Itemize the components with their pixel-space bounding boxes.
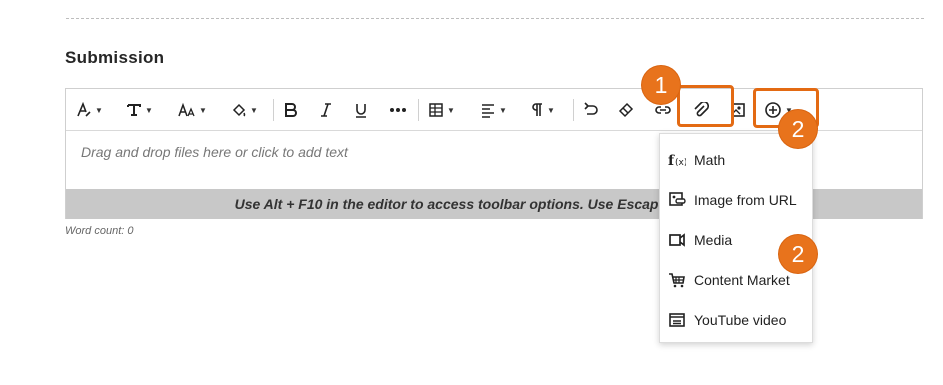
editor-placeholder[interactable]: Drag and drop files here or click to add…	[81, 144, 348, 160]
math-icon: f(x)	[668, 151, 686, 169]
text-color-icon	[231, 102, 247, 118]
attachment-highlight	[677, 85, 734, 127]
svg-text:f: f	[668, 153, 675, 169]
menu-item-label: Image from URL	[694, 192, 797, 208]
eraser-button[interactable]	[618, 97, 634, 123]
menu-item-label: Media	[694, 232, 733, 248]
divider-line	[66, 18, 924, 19]
toolbar-separator	[273, 99, 274, 121]
cart-icon	[668, 271, 686, 289]
align-button[interactable]: ▼	[480, 97, 507, 123]
paragraph-button[interactable]: ▼	[530, 97, 555, 123]
underline-button[interactable]	[353, 97, 369, 123]
undo-icon	[583, 102, 599, 118]
eraser-icon	[618, 102, 634, 118]
italic-icon	[319, 102, 333, 118]
table-button[interactable]: ▼	[428, 97, 455, 123]
menu-item-label: Math	[694, 152, 726, 168]
chevron-down-icon: ▼	[95, 105, 103, 115]
step-badge-2: 2	[779, 110, 817, 148]
bold-button[interactable]	[283, 97, 299, 123]
word-count: Word count: 0	[65, 225, 134, 237]
font-size-icon	[178, 102, 196, 118]
chevron-down-icon: ▼	[250, 105, 258, 115]
chevron-down-icon: ▼	[499, 105, 507, 115]
menu-item-image-from-url[interactable]: Image from URL	[660, 180, 812, 220]
step-badge-2-menu: 2	[779, 235, 817, 273]
font-family-icon	[126, 102, 142, 118]
menu-item-youtube-video[interactable]: YouTube video	[660, 300, 812, 340]
step-badge-1: 1	[642, 66, 680, 104]
youtube-icon	[668, 311, 686, 329]
underline-icon	[353, 102, 369, 118]
paragraph-style-button[interactable]: ▼	[76, 97, 103, 123]
toolbar-separator	[418, 99, 419, 121]
chevron-down-icon: ▼	[199, 105, 207, 115]
bold-icon	[283, 102, 299, 118]
image-url-icon	[668, 191, 686, 209]
chevron-down-icon: ▼	[447, 105, 455, 115]
chevron-down-icon: ▼	[547, 105, 555, 115]
align-icon	[480, 102, 496, 118]
media-icon	[668, 231, 686, 249]
paragraph-style-icon	[76, 102, 92, 118]
svg-text:(x): (x)	[675, 158, 686, 168]
paragraph-icon	[530, 102, 544, 118]
chevron-down-icon: ▼	[145, 105, 153, 115]
more-button[interactable]	[389, 97, 407, 123]
section-title: Submission	[65, 48, 165, 67]
text-color-button[interactable]: ▼	[231, 97, 258, 123]
font-size-button[interactable]: ▼	[178, 97, 207, 123]
undo-button[interactable]	[583, 97, 599, 123]
menu-item-label: Content Market	[694, 272, 790, 288]
font-family-button[interactable]: ▼	[126, 97, 153, 123]
italic-button[interactable]	[319, 97, 333, 123]
more-icon	[389, 102, 407, 118]
link-icon	[655, 102, 671, 118]
toolbar-separator	[573, 99, 574, 121]
menu-item-label: YouTube video	[694, 312, 787, 328]
table-icon	[428, 102, 444, 118]
